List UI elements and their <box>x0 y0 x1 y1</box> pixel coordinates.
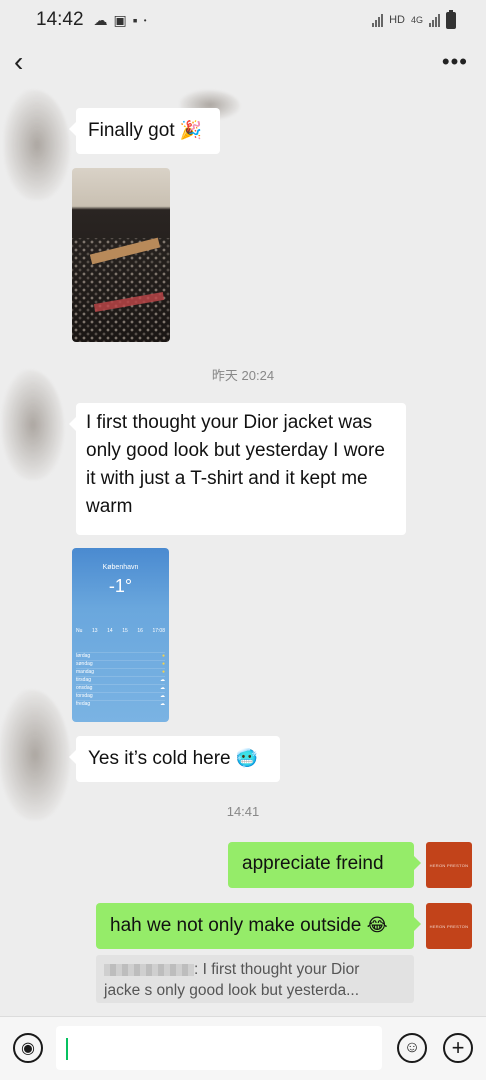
cloud-icon: ☁ <box>160 677 165 683</box>
sun-icon: ● <box>161 653 165 659</box>
voice-icon[interactable]: ◉ <box>13 1033 43 1063</box>
message-text: hah we not only make outside <box>110 915 362 936</box>
weather-row: lørdag ● <box>76 652 165 660</box>
message-bubble-self[interactable]: appreciate freind <box>228 842 421 888</box>
battery-icon <box>446 9 456 29</box>
text-caret <box>66 1038 68 1060</box>
message-bubble[interactable]: Finally got 🎉 <box>69 108 220 154</box>
message-bubble[interactable]: Yes it’s cold here 🥶 <box>69 736 280 782</box>
weather-hour: Nu <box>76 628 83 634</box>
status-right: HD 4G <box>372 9 456 29</box>
redacted-name <box>104 963 194 976</box>
plus-icon[interactable]: + <box>443 1033 473 1063</box>
quoted-message[interactable]: : I first thought your Dior jacke s only… <box>96 955 414 1003</box>
more-icon[interactable]: ••• <box>442 49 468 75</box>
image-icon: ▣ <box>113 11 127 28</box>
sun-icon: ● <box>161 661 165 667</box>
weather-row: torsdag ☁ <box>76 692 165 700</box>
weather-day: søndag <box>76 661 93 667</box>
weather-forecast: lørdag ● søndag ● mandag ● tirsdag ☁ onsdag ☁… <box>76 652 165 708</box>
chat-header: ‹ ••• <box>0 40 486 84</box>
weather-hour: 16 <box>137 628 143 634</box>
message-input[interactable] <box>56 1026 382 1070</box>
weather-hour: 14 <box>107 628 113 634</box>
weather-row: mandag ● <box>76 668 165 676</box>
network-type-label: 4G <box>410 15 423 25</box>
emoji-icon[interactable]: ☺ <box>397 1033 427 1063</box>
message-bubble[interactable]: I first thought your Dior jacket was onl… <box>69 403 406 535</box>
weather-icon: ☁ <box>93 11 108 28</box>
message-line: it with just a T-shirt and it kept me <box>86 468 368 489</box>
weather-hour: 17:08 <box>152 628 165 634</box>
avatar-logo-text: HERON PRESTON <box>429 862 469 868</box>
weather-screenshot[interactable]: København -1° Nu 13 14 15 16 17:08 lørda… <box>72 548 169 722</box>
message-bubble-self[interactable]: hah we not only make outside 😂 <box>96 903 421 949</box>
message-line: I first thought your Dior jacket was <box>86 412 373 433</box>
weather-hour: 15 <box>122 628 128 634</box>
laughing-icon: 😂 <box>366 915 388 935</box>
self-avatar[interactable]: HERON PRESTON <box>426 903 472 949</box>
weather-day: lørdag <box>76 653 91 659</box>
avatar-logo-text: HERON PRESTON <box>429 923 469 929</box>
message-icon: ▪ <box>132 12 138 28</box>
cloud-icon: ☁ <box>160 685 165 691</box>
weather-city: København <box>102 564 139 571</box>
cloud-icon: ☁ <box>160 693 165 699</box>
self-avatar[interactable]: HERON PRESTON <box>426 842 472 888</box>
avatar[interactable] <box>4 90 70 200</box>
timestamp: 昨天 20:24 <box>211 368 275 383</box>
quote-text: : I first thought your Dior <box>194 961 360 978</box>
weather-row: fredag ☁ <box>76 700 165 708</box>
jacket-photo[interactable] <box>72 168 170 342</box>
back-icon[interactable]: ‹ <box>14 48 23 76</box>
status-time: 14:42 <box>36 9 84 30</box>
notification-icons: ☁ ▣ ▪ • <box>94 12 147 29</box>
avatar[interactable] <box>2 370 64 480</box>
weather-day: torsdag <box>76 693 93 699</box>
hd-label: HD <box>389 14 405 26</box>
weather-hours: Nu 13 14 15 16 17:08 <box>76 628 165 634</box>
avatar[interactable] <box>0 690 70 820</box>
message-text: appreciate freind <box>242 853 384 874</box>
input-bar: ◉ ☺ + <box>0 1016 486 1080</box>
party-icon: 🎉 <box>179 120 203 140</box>
timestamp: 14:41 <box>226 804 260 819</box>
weather-day: mandag <box>76 669 95 675</box>
weather-row: søndag ● <box>76 660 165 668</box>
cold-face-icon: 🥶 <box>235 748 259 768</box>
message-text: Finally got <box>88 120 175 141</box>
weather-day: tirsdag <box>76 677 92 683</box>
weather-day: fredag <box>76 701 91 707</box>
weather-row: onsdag ☁ <box>76 684 165 692</box>
status-bar: 14:42 ☁ ▣ ▪ • HD 4G <box>0 0 486 40</box>
message-line: warm <box>86 496 133 517</box>
weather-row: tirsdag ☁ <box>76 676 165 684</box>
message-text: Yes it’s cold here <box>88 748 231 769</box>
dot-icon: • <box>143 15 147 25</box>
sun-icon: ● <box>161 669 165 675</box>
quote-line: jacke s only good look but yesterda... <box>104 982 360 999</box>
weather-day: onsdag <box>76 685 93 691</box>
message-line: only good look but yesterday I wore <box>86 440 385 461</box>
signal-icon-2 <box>429 13 440 27</box>
weather-hour: 13 <box>91 628 98 634</box>
signal-icon <box>372 13 384 27</box>
quote-line: : I first thought your Dior <box>104 959 406 980</box>
cloud-icon: ☁ <box>160 701 165 707</box>
weather-temp: -1° <box>108 576 133 596</box>
